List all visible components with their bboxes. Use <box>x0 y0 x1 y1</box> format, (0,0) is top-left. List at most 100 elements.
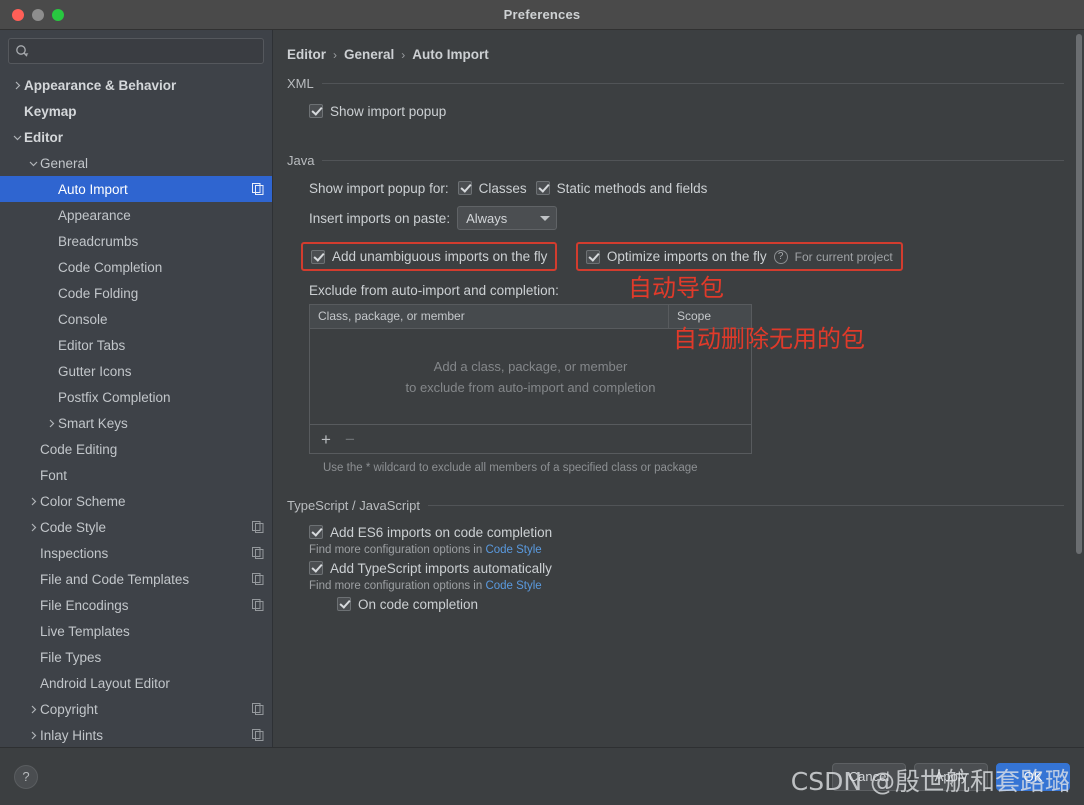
sidebar-item-auto-import[interactable]: Auto Import <box>0 176 272 202</box>
checkbox-row-add-typescript-imports[interactable]: Add TypeScript imports automatically <box>309 557 1064 579</box>
sidebar-item-label: Gutter Icons <box>58 363 132 379</box>
breadcrumb-item-editor[interactable]: Editor <box>287 47 326 62</box>
chevron-right-icon[interactable] <box>26 705 40 714</box>
breadcrumb-separator-icon: › <box>333 47 337 62</box>
ok-button[interactable]: OK <box>996 762 1070 791</box>
sidebar-item-label: Android Layout Editor <box>40 675 170 691</box>
main-scrollbar-thumb[interactable] <box>1076 34 1082 554</box>
sidebar-item-appearance-behavior[interactable]: Appearance & Behavior <box>0 72 272 98</box>
minimize-window-button[interactable] <box>32 8 44 21</box>
copy-settings-icon[interactable] <box>252 729 264 741</box>
main-scrollbar[interactable] <box>1076 34 1082 714</box>
sidebar-item-general[interactable]: General <box>0 150 272 176</box>
hint-es6-prefix: Find more configuration options in <box>309 544 486 556</box>
sidebar-item-inlay-hints[interactable]: Inlay Hints <box>0 722 272 747</box>
sidebar-item-label: Keymap <box>24 103 77 119</box>
checkbox-add-typescript-imports[interactable] <box>309 561 323 575</box>
title-bar: Preferences <box>0 0 1084 30</box>
breadcrumb-item-auto-import[interactable]: Auto Import <box>412 47 489 62</box>
sidebar-item-inspections[interactable]: Inspections <box>0 540 272 566</box>
copy-settings-icon[interactable] <box>252 183 264 195</box>
sidebar-item-android-layout-editor[interactable]: Android Layout Editor <box>0 670 272 696</box>
sidebar-item-live-templates[interactable]: Live Templates <box>0 618 272 644</box>
hint-es6-code-style: Find more configuration options in Code … <box>309 544 1064 556</box>
sidebar-item-postfix-completion[interactable]: Postfix Completion <box>0 384 272 410</box>
sidebar-item-keymap[interactable]: Keymap <box>0 98 272 124</box>
checkbox-optimize-imports[interactable] <box>585 249 600 264</box>
cancel-button[interactable]: Cancel <box>832 762 906 791</box>
apply-button[interactable]: Apply <box>914 762 988 791</box>
sidebar-item-editor-tabs[interactable]: Editor Tabs <box>0 332 272 358</box>
breadcrumb-item-general[interactable]: General <box>344 47 394 62</box>
zoom-window-button[interactable] <box>52 8 64 21</box>
annotation-auto-import: 自动导包 <box>628 274 724 302</box>
settings-tree: Appearance & Behavior Keymap Editor General… <box>0 70 272 747</box>
sidebar-item-appearance[interactable]: Appearance <box>0 202 272 228</box>
help-circle-icon[interactable]: ? <box>773 249 788 264</box>
checkbox-on-code-completion[interactable] <box>337 597 351 611</box>
checkbox-add-unambiguous-imports[interactable] <box>311 249 325 264</box>
empty-state-line-2: to exclude from auto-import and completi… <box>405 379 656 395</box>
chevron-right-icon[interactable] <box>26 731 40 740</box>
copy-settings-icon[interactable] <box>252 547 264 559</box>
sidebar-item-code-completion[interactable]: Code Completion <box>0 254 272 280</box>
window-body: Appearance & Behavior Keymap Editor General… <box>0 30 1084 747</box>
sidebar-item-font[interactable]: Font <box>0 462 272 488</box>
sidebar-item-code-folding[interactable]: Code Folding <box>0 280 272 306</box>
label-static-methods-and-fields: Static methods and fields <box>556 180 708 196</box>
exclude-table-toolbar: + − <box>310 425 751 453</box>
sidebar-item-color-scheme[interactable]: Color Scheme <box>0 488 272 514</box>
sidebar-item-file-types[interactable]: File Types <box>0 644 272 670</box>
copy-settings-icon[interactable] <box>252 703 264 715</box>
checkbox-row-show-import-popup[interactable]: Show import popup <box>309 99 1064 123</box>
sidebar-item-label: Inspections <box>40 545 109 561</box>
sidebar-item-label: Editor Tabs <box>58 337 126 353</box>
help-button[interactable]: ? <box>14 764 38 789</box>
sidebar-item-gutter-icons[interactable]: Gutter Icons <box>0 358 272 384</box>
copy-settings-icon[interactable] <box>252 573 264 585</box>
search-box[interactable] <box>8 38 264 64</box>
sidebar-item-code-editing[interactable]: Code Editing <box>0 436 272 462</box>
column-header-class-package-member[interactable]: Class, package, or member <box>310 305 669 328</box>
link-code-style[interactable]: Code Style <box>485 580 541 592</box>
sidebar-item-label: Code Folding <box>58 285 139 301</box>
chevron-down-icon <box>540 215 551 221</box>
sidebar-item-label: Code Style <box>40 519 107 535</box>
label-add-typescript-imports: Add TypeScript imports automatically <box>330 560 552 576</box>
checkbox-add-es6-imports[interactable] <box>309 525 323 539</box>
sidebar-item-file-encodings[interactable]: File Encodings <box>0 592 272 618</box>
copy-settings-icon[interactable] <box>252 599 264 611</box>
checkbox-classes[interactable] <box>457 181 472 195</box>
add-exclusion-button[interactable]: + <box>321 431 331 448</box>
sidebar-item-code-style[interactable]: Code Style <box>0 514 272 540</box>
close-window-button[interactable] <box>12 8 24 21</box>
preferences-window: Preferences Appearance & Behavior Keymap E <box>0 0 1084 805</box>
search-icon <box>15 44 29 58</box>
checkbox-static-methods-and-fields[interactable] <box>535 181 550 195</box>
sidebar-item-editor[interactable]: Editor <box>0 124 272 150</box>
sidebar-item-copyright[interactable]: Copyright <box>0 696 272 722</box>
sidebar-item-file-and-code-templates[interactable]: File and Code Templates <box>0 566 272 592</box>
select-insert-imports-on-paste[interactable]: Always <box>457 206 558 230</box>
sidebar-item-console[interactable]: Console <box>0 306 272 332</box>
search-input[interactable] <box>33 44 257 58</box>
empty-state-line-1: Add a class, package, or member <box>433 358 628 374</box>
breadcrumb: Editor › General › Auto Import <box>287 47 1064 62</box>
chevron-down-icon[interactable] <box>10 133 24 142</box>
chevron-right-icon[interactable] <box>26 523 40 532</box>
link-code-style[interactable]: Code Style <box>485 544 541 556</box>
chevron-right-icon[interactable] <box>44 419 58 428</box>
sidebar-item-smart-keys[interactable]: Smart Keys <box>0 410 272 436</box>
chevron-right-icon[interactable] <box>26 497 40 506</box>
copy-settings-icon[interactable] <box>252 521 264 533</box>
checkbox-row-add-es6-imports[interactable]: Add ES6 imports on code completion <box>309 521 1064 543</box>
group-divider <box>321 83 1064 84</box>
sidebar-item-breadcrumbs[interactable]: Breadcrumbs <box>0 228 272 254</box>
checkbox-show-import-popup[interactable] <box>309 104 323 118</box>
chevron-down-icon[interactable] <box>26 159 40 168</box>
label-classes: Classes <box>478 180 527 196</box>
group-header-xml: XML <box>287 76 1064 91</box>
chevron-right-icon[interactable] <box>10 81 24 90</box>
group-title-xml: XML <box>287 76 314 91</box>
checkbox-row-on-code-completion[interactable]: On code completion <box>337 593 1064 615</box>
